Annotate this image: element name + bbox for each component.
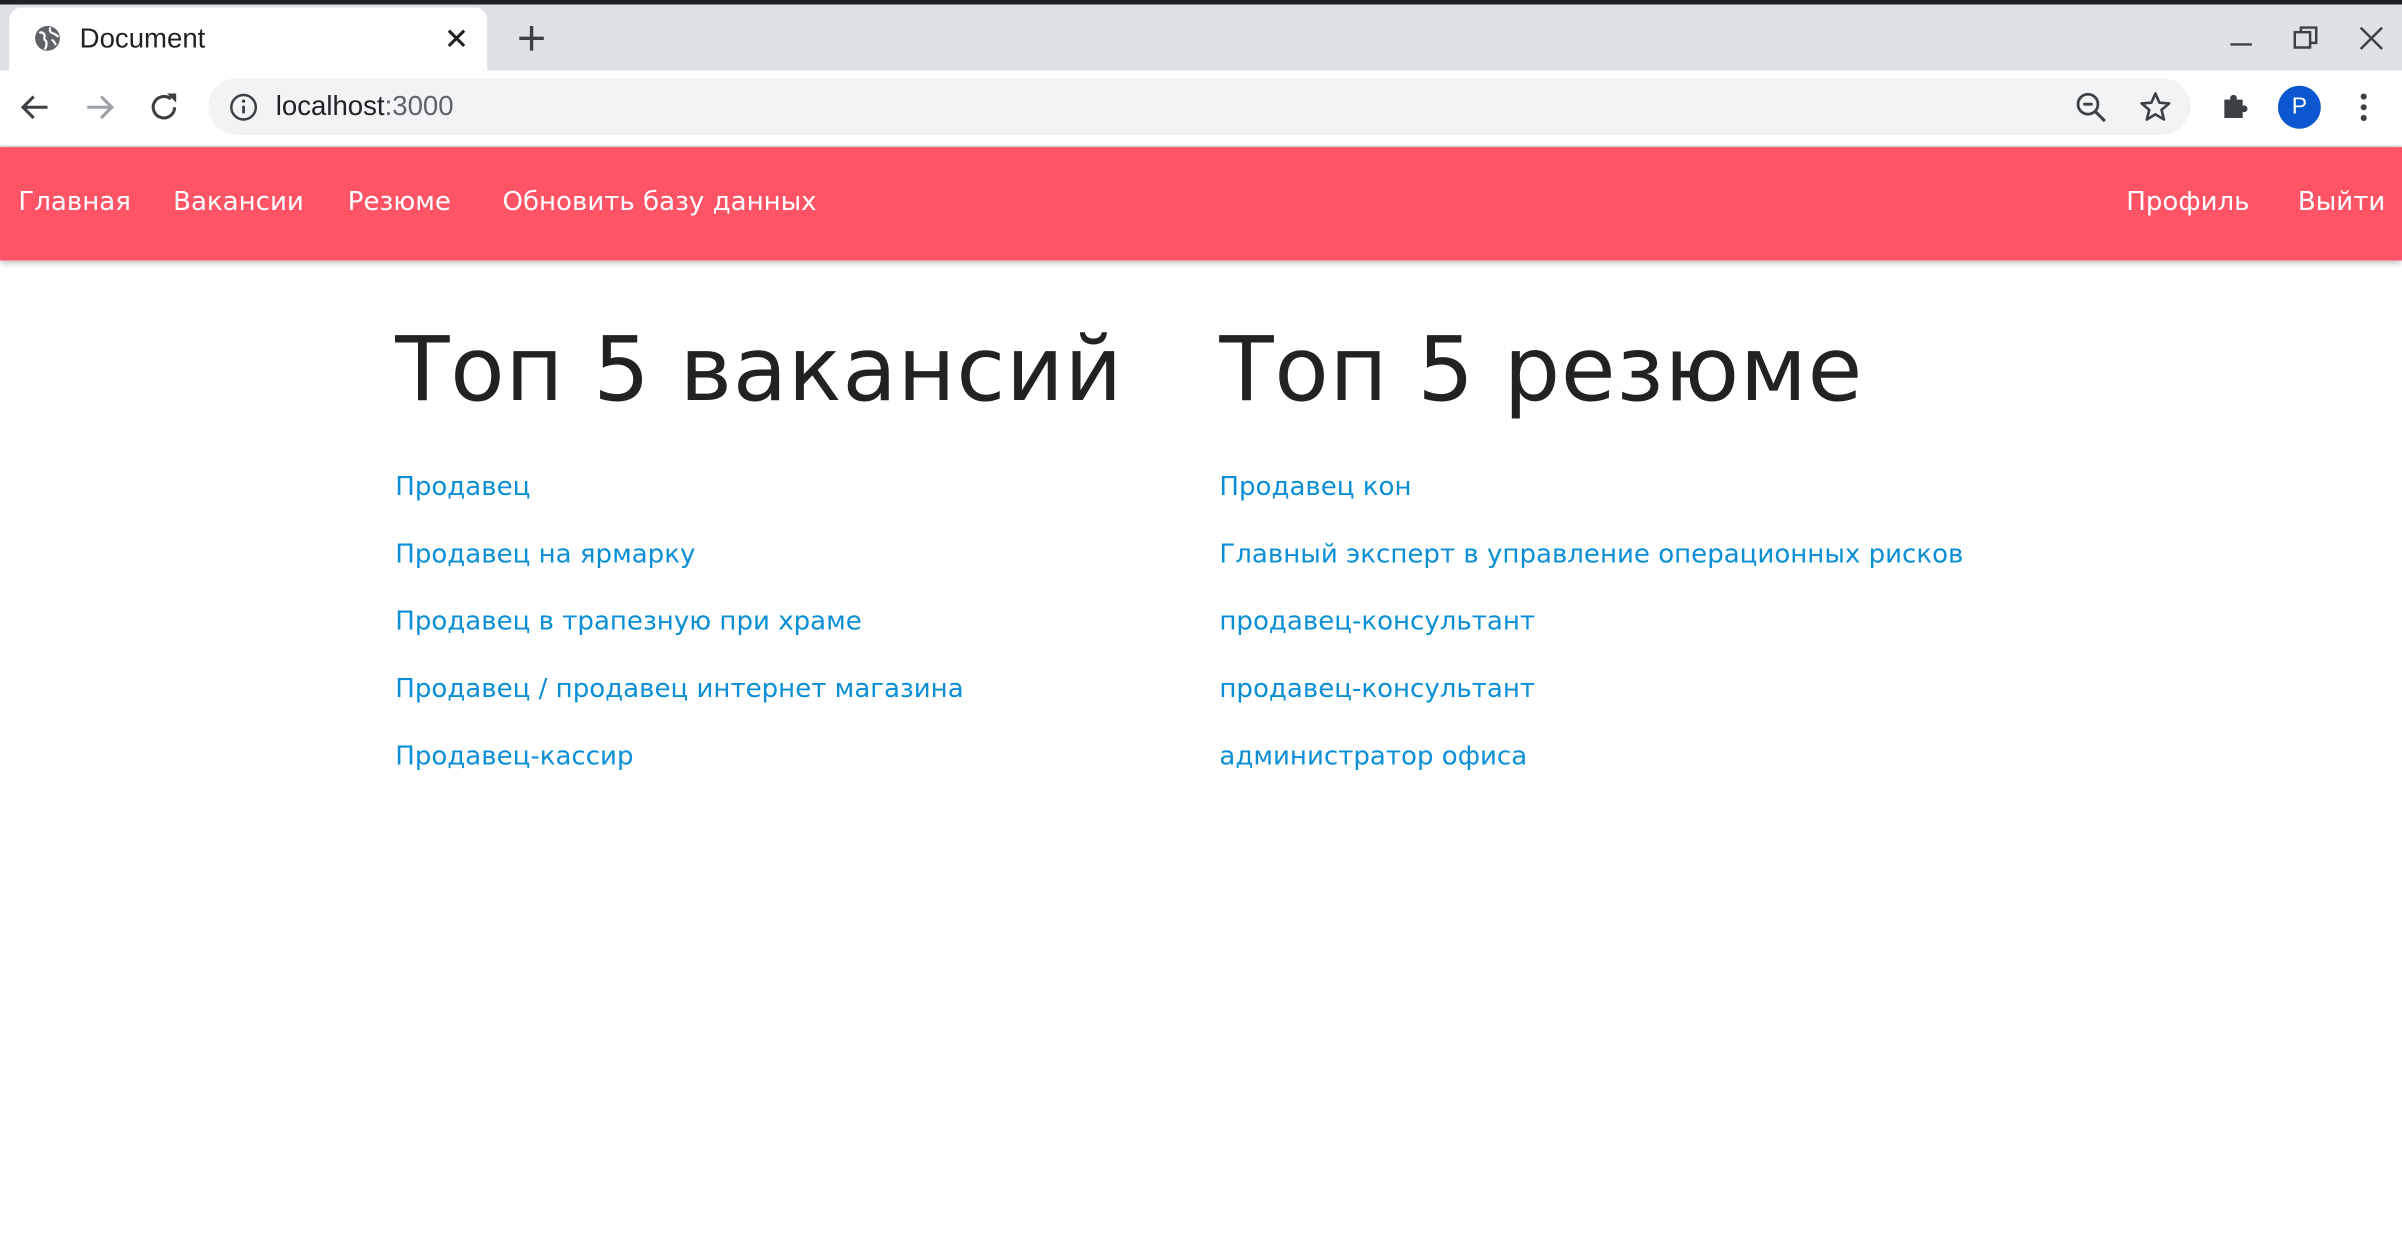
- list-item: Продавец в трапезную при храме: [395, 607, 963, 674]
- nav-link-profile[interactable]: Профиль: [2126, 187, 2249, 218]
- plus-icon[interactable]: [516, 23, 547, 54]
- tab-strip: Document: [0, 4, 2402, 71]
- address-bar[interactable]: localhost:3000: [208, 78, 2191, 135]
- puzzle-icon[interactable]: [2218, 89, 2252, 123]
- resume-link[interactable]: администратор офиса: [1219, 742, 1527, 773]
- window-close-icon[interactable]: [2358, 25, 2386, 53]
- list-item: Продавец / продавец интернет магазина: [395, 674, 963, 741]
- resume-link[interactable]: Главный эксперт в управление операционны…: [1219, 539, 1963, 570]
- nav-link-logout[interactable]: Выйти: [2298, 187, 2385, 218]
- globe-icon: [35, 25, 60, 51]
- reload-icon[interactable]: [146, 89, 183, 126]
- list-item: Продавец-кассир: [395, 742, 963, 809]
- browser-window: Document localhost:3000 P Главная Ваканс…: [0, 0, 2402, 1238]
- nav-link-vacancies[interactable]: Вакансии: [173, 187, 304, 218]
- nav-link-update-db[interactable]: Обновить базу данных: [502, 187, 816, 218]
- url-port: :3000: [384, 90, 454, 122]
- list-item: Продавец кон: [1219, 472, 1963, 539]
- site-navbar: Главная Вакансии Резюме Обновить базу да…: [0, 147, 2402, 261]
- resumes-section: Топ 5 резюме Продавец кон Главный экспер…: [1219, 317, 1963, 773]
- resume-link[interactable]: Продавец кон: [1219, 472, 1411, 503]
- star-icon[interactable]: [2139, 90, 2173, 124]
- close-icon[interactable]: [444, 26, 469, 51]
- minimize-icon[interactable]: [2227, 25, 2255, 53]
- resumes-list: Продавец кон Главный эксперт в управлени…: [1219, 472, 1963, 809]
- resumes-title: Топ 5 резюме: [1219, 317, 1864, 422]
- resume-link[interactable]: продавец-консультант: [1219, 674, 1535, 705]
- list-item: Главный эксперт в управление операционны…: [1219, 539, 1963, 606]
- vacancy-link[interactable]: Продавец / продавец интернет магазина: [395, 674, 963, 705]
- tab-title: Document: [79, 22, 206, 54]
- list-item: Продавец на ярмарку: [395, 539, 963, 606]
- url-host: localhost: [275, 90, 385, 122]
- list-item: администратор офиса: [1219, 742, 1963, 809]
- list-item: Продавец: [395, 472, 963, 539]
- nav-link-home[interactable]: Главная: [18, 187, 130, 218]
- url-text[interactable]: localhost:3000: [276, 90, 454, 122]
- more-vert-icon[interactable]: [2348, 89, 2379, 126]
- vacancies-title: Топ 5 вакансий: [395, 317, 1124, 422]
- browser-toolbar: localhost:3000 P: [0, 70, 2402, 148]
- browser-tab[interactable]: Document: [9, 7, 488, 71]
- vacancy-link[interactable]: Продавец в трапезную при храме: [395, 607, 862, 638]
- forward-icon[interactable]: [81, 89, 118, 126]
- zoom-out-icon[interactable]: [2074, 90, 2108, 124]
- list-item: продавец-консультант: [1219, 674, 1963, 741]
- vacancies-section: Топ 5 вакансий Продавец Продавец на ярма…: [395, 317, 1124, 773]
- restore-icon[interactable]: [2292, 25, 2320, 53]
- vacancy-link[interactable]: Продавец на ярмарку: [395, 539, 695, 570]
- nav-link-resumes[interactable]: Резюме: [348, 187, 451, 218]
- vacancies-list: Продавец Продавец на ярмарку Продавец в …: [395, 472, 963, 809]
- profile-avatar[interactable]: P: [2277, 85, 2321, 129]
- info-icon[interactable]: [228, 92, 259, 123]
- vacancy-link[interactable]: Продавец-кассир: [395, 742, 633, 773]
- resume-link[interactable]: продавец-консультант: [1219, 607, 1535, 638]
- list-item: продавец-консультант: [1219, 607, 1963, 674]
- vacancy-link[interactable]: Продавец: [395, 472, 530, 503]
- back-icon[interactable]: [17, 89, 54, 126]
